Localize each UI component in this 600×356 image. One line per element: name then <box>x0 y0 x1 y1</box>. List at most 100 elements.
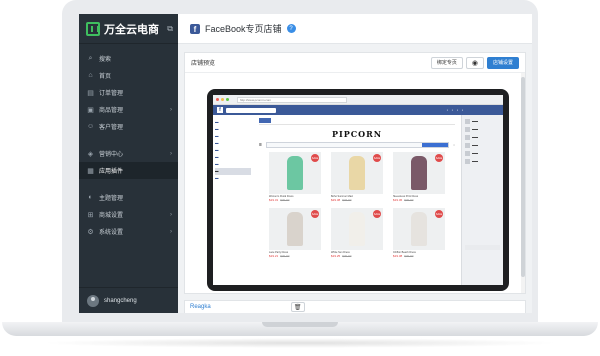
product-price-old: $30.00 <box>280 254 290 258</box>
sidebar-item-store-settings[interactable]: ⊞ 商城设置 › <box>79 206 178 223</box>
shop-brand: PIPCORN <box>331 129 383 139</box>
sidebar-item-marketing[interactable]: ◈ 营销中心 › <box>79 145 178 162</box>
menu-line: ▬ <box>215 120 219 124</box>
sidebar-item-search[interactable]: ⌕ 搜索 <box>79 50 178 67</box>
preview-button[interactable]: ◉ <box>465 56 484 69</box>
facebook-right-rail: ▬▬ ▬▬ ▬▬ ▬▬ ▬▬ ▬▬ <box>461 115 503 285</box>
eye-icon: ◉ <box>471 59 478 67</box>
menu-line: ▬ <box>215 148 219 152</box>
sidebar-item-label: 营销中心 <box>99 152 124 158</box>
product-price-current: $19.38 <box>393 254 403 258</box>
facebook-body: ▬ ▬ ▬ ▬ ▬ ▬ ▬ ▬ ▬ PIPCORN ≡ ◌ SALE Women… <box>213 115 503 285</box>
footer-link[interactable]: Reagka <box>190 304 211 310</box>
order-icon: ▤ <box>87 89 94 97</box>
minimize-dot-icon <box>221 98 224 101</box>
sale-badge: SALE <box>311 154 319 162</box>
logo[interactable]: 万全云电商 ⧉ <box>79 14 178 44</box>
facebook-icon: f <box>190 23 200 34</box>
user-menu[interactable]: shangcheng <box>79 287 178 313</box>
shop-search-bar <box>265 141 450 148</box>
page-title: FaceBook专页店铺 <box>205 24 282 34</box>
menu-line: ▬ <box>215 134 219 138</box>
product-icon: ▣ <box>87 106 94 114</box>
store-settings-button[interactable]: 店铺设置 <box>486 56 519 69</box>
product-card[interactable]: SALE Lace Party Dress $19.21 $30.00 <box>269 208 321 258</box>
product-price: $29.38 $46.00 <box>331 198 383 202</box>
sidebar-item-apps[interactable]: ▦ 应用插件 <box>79 162 178 179</box>
menu-line: ▬ <box>215 127 219 131</box>
sale-badge: SALE <box>311 210 319 218</box>
store-icon: ⊞ <box>87 211 94 219</box>
product-price: $19.38 $30.00 <box>393 254 445 258</box>
panel-header: 店铺预览 绑定专页 ◉ 店铺设置 <box>185 53 525 73</box>
product-price: $19.21 $30.00 <box>269 254 321 258</box>
laptop-screen: 万全云电商 ⧉ ⌕ 搜索 ⌂ 首页 ▤ 订单管理 ▣ 商品管理 › ☺ 客户管理 ◈ 营销中心… <box>79 14 532 313</box>
facebook-left-menu: ▬ ▬ ▬ ▬ ▬ ▬ ▬ ▬ ▬ <box>213 115 253 285</box>
footer-bar: Reagka 🗑 <box>184 300 526 313</box>
chevron-right-icon: › <box>170 150 172 157</box>
product-card[interactable]: SALE Chiffon Beach Dress $19.38 $30.00 <box>393 208 445 258</box>
product-grid: SALE Women's Floral Dress $19.31 $30.00 SALE… <box>259 152 455 258</box>
sidebar-item-products[interactable]: ▣ 商品管理 › <box>79 101 178 118</box>
friend-row: ▬▬ <box>465 157 500 165</box>
maximize-dot-icon <box>226 98 229 101</box>
sidebar-item-customers[interactable]: ☺ 客户管理 <box>79 118 178 135</box>
panel-actions: 绑定专页 ◉ 店铺设置 <box>430 56 519 69</box>
avatar <box>465 118 470 124</box>
product-price-current: $19.31 <box>269 198 279 202</box>
search-icon: ⌕ <box>88 54 93 62</box>
help-icon[interactable]: ? <box>286 24 296 33</box>
sale-badge: SALE <box>373 154 381 162</box>
gear-icon: ⚙ <box>87 228 94 236</box>
shop-tab-active <box>259 118 271 123</box>
product-price-current: $19.21 <box>269 254 279 258</box>
product-image <box>287 212 303 246</box>
sidebar-item-themes[interactable]: ◐ 主题管理 <box>79 189 178 206</box>
sidebar-item-label: 搜索 <box>99 57 112 63</box>
shop-search: ≡ ◌ <box>259 141 455 148</box>
sidebar-item-home[interactable]: ⌂ 首页 <box>79 67 178 84</box>
product-price: $19.36 $30.00 <box>393 198 445 202</box>
page-header: f FaceBook专页店铺 ? <box>178 14 532 44</box>
product-card[interactable]: SALE White Sun Dress $19.25 $30.00 <box>331 208 383 258</box>
product-card[interactable]: SALE Sleeveless Print Dress $19.36 $30.00 <box>393 152 445 202</box>
sidebar-item-label: 首页 <box>99 74 112 80</box>
sale-badge: SALE <box>435 154 443 162</box>
product-image <box>349 156 365 190</box>
facebook-nav: ▪ ▪ ▪ ▪ <box>446 108 463 112</box>
product-image <box>349 212 365 246</box>
product-image <box>411 156 427 190</box>
sidebar-item-label: 订单管理 <box>99 91 124 97</box>
scrollbar-thumb[interactable] <box>521 77 525 277</box>
close-dot-icon <box>216 98 219 101</box>
trash-icon[interactable]: 🗑 <box>290 302 305 312</box>
product-price-old: $30.00 <box>404 254 414 258</box>
chevron-right-icon: › <box>170 211 172 218</box>
product-price-old: $30.00 <box>280 198 290 202</box>
product-photo: SALE <box>331 208 383 250</box>
product-image <box>411 212 427 246</box>
avatar <box>465 150 470 156</box>
sidebar-item-orders[interactable]: ▤ 订单管理 <box>79 84 178 101</box>
store-preview-panel: 店铺预览 绑定专页 ◉ 店铺设置 http://www.pcomm.com f … <box>184 52 526 294</box>
external-link-icon[interactable]: ⧉ <box>167 24 173 34</box>
avatar <box>465 158 470 164</box>
menu-line: ▬ <box>215 162 219 166</box>
username: shangcheng <box>104 297 137 304</box>
sidebar-item-label: 系统设置 <box>99 230 124 236</box>
sidebar-item-system-settings[interactable]: ⚙ 系统设置 › <box>79 223 178 240</box>
apps-icon: ▦ <box>87 167 94 175</box>
bind-page-button[interactable]: 绑定专页 <box>430 56 463 69</box>
product-photo: SALE <box>331 152 383 194</box>
friend-row: ▬▬ <box>465 141 500 149</box>
friend-row: ▬▬ <box>465 125 500 133</box>
friend-row: ▬▬ <box>465 149 500 157</box>
menu-line-selected: ▬ <box>215 168 251 175</box>
chat-bar <box>465 245 500 250</box>
menu-icon: ≡ <box>259 141 262 148</box>
product-card[interactable]: SALE Women's Floral Dress $19.31 $30.00 <box>269 152 321 202</box>
shop-area: PIPCORN ≡ ◌ SALE Women's Floral Dress $19.… <box>253 115 461 285</box>
product-card[interactable]: SALE Boho Summer Maxi $29.38 $46.00 <box>331 152 383 202</box>
customer-icon: ☺ <box>87 123 95 130</box>
logo-text: 万全云电商 <box>104 23 159 36</box>
